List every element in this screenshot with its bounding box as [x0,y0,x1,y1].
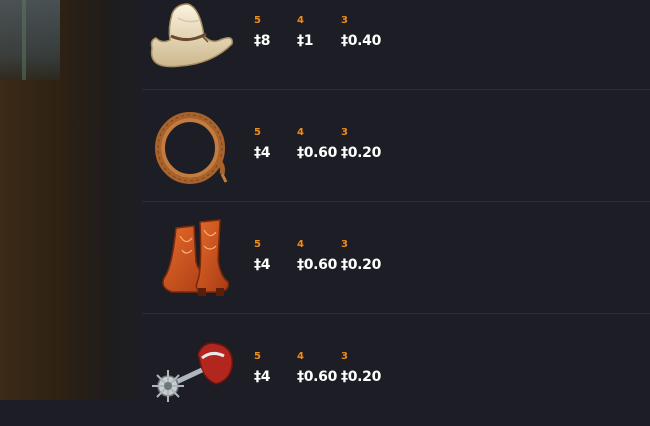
payout-5-of-a-kind: 5 ‡4 [254,126,298,162]
payout-4-of-a-kind: 4 ‡0.60 [297,126,341,162]
match-count: 3 [341,15,348,26]
payout-4-of-a-kind: 4 ‡0.60 [297,238,341,274]
payout-amount: ‡0.20 [341,369,382,385]
match-count: 3 [341,239,348,250]
payout-3-of-a-kind: 3 ‡0.20 [341,238,385,274]
payout-amount: ‡1 [297,33,314,49]
match-count: 4 [297,351,304,362]
paytable-row-boots: 5 ‡4 4 ‡0.60 3 ‡0.20 [142,202,650,314]
payout-3-of-a-kind: 3 ‡0.40 [341,14,385,50]
payout-4-of-a-kind: 4 ‡0.60 [297,350,341,386]
paytable-row-spur: 5 ‡4 4 ‡0.60 3 ‡0.20 [142,314,650,426]
match-count: 4 [297,239,304,250]
match-count: 4 [297,15,304,26]
game-background-detail [22,0,26,80]
game-background-sky [0,0,60,80]
payout-5-of-a-kind: 5 ‡4 [254,350,298,386]
payout-amount: ‡0.60 [297,145,338,161]
spur-icon [142,314,242,426]
payout-3-of-a-kind: 3 ‡0.20 [341,126,385,162]
cowboy-hat-icon [142,0,242,90]
match-count: 5 [254,351,261,362]
match-count: 5 [254,239,261,250]
payout-4-of-a-kind: 4 ‡1 [297,14,341,50]
payout-5-of-a-kind: 5 ‡4 [254,238,298,274]
payout-3-of-a-kind: 3 ‡0.20 [341,350,385,386]
payout-5-of-a-kind: 5 ‡8 [254,14,298,50]
match-count: 3 [341,127,348,138]
payout-amount: ‡0.40 [341,33,382,49]
match-count: 5 [254,127,261,138]
lasso-rope-icon [142,90,242,202]
payout-amount: ‡4 [254,257,271,273]
payout-amount: ‡8 [254,33,271,49]
payout-amount: ‡0.60 [297,369,338,385]
paytable-row-lasso: 5 ‡4 4 ‡0.60 3 ‡0.20 [142,90,650,202]
match-count: 5 [254,15,261,26]
match-count: 4 [297,127,304,138]
cowboy-boots-icon [142,202,242,314]
match-count: 3 [341,351,348,362]
paytable-panel: 5 ‡8 4 ‡1 3 ‡0.40 5 ‡4 4 ‡0.60 3 ‡0.20 5… [142,0,650,402]
payout-amount: ‡0.20 [341,257,382,273]
payout-amount: ‡4 [254,369,271,385]
paytable-row-hat: 5 ‡8 4 ‡1 3 ‡0.40 [142,0,650,90]
payout-amount: ‡0.20 [341,145,382,161]
payout-amount: ‡0.60 [297,257,338,273]
payout-amount: ‡4 [254,145,271,161]
